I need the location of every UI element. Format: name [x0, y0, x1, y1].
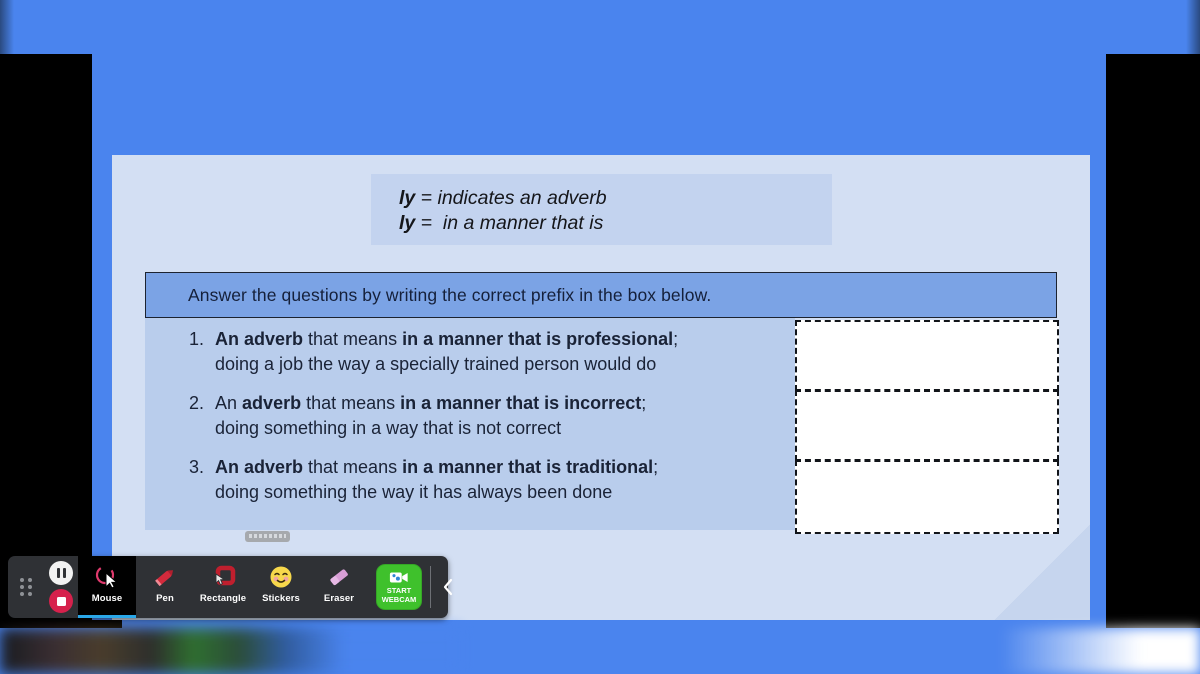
instruction-text: Answer the questions by writing the corr…: [188, 284, 712, 305]
definition-line-2-prefix: ly: [399, 212, 416, 234]
question-text: An adverb that means in a manner that is…: [215, 455, 658, 505]
tool-eraser[interactable]: Eraser: [310, 556, 368, 618]
question-3-tail: ;: [653, 457, 659, 477]
drag-handle[interactable]: [8, 556, 44, 618]
stop-recording-button[interactable]: [49, 589, 73, 613]
question-number: 2.: [189, 393, 205, 413]
start-webcam-label-line2: WEBCAM: [381, 594, 417, 604]
screen-recording-view: ly = indicates an adverb ly = in a manne…: [0, 0, 1200, 674]
pen-icon: [152, 564, 178, 590]
instruction-banner: Answer the questions by writing the corr…: [145, 272, 1057, 318]
tool-mouse-label: Mouse: [91, 593, 123, 604]
question-2-line-2: doing something in a way that is not cor…: [215, 418, 562, 438]
mouse-cursor-icon: [94, 564, 120, 590]
tool-stickers[interactable]: Stickers: [252, 556, 310, 618]
question-text: An adverb that means in a manner that is…: [215, 391, 646, 441]
tool-pen-label: Pen: [156, 593, 174, 604]
tool-stickers-label: Stickers: [262, 593, 300, 604]
smiley-sticker-icon: [269, 564, 293, 590]
question-2-bold-2: in a manner that is incorrect: [400, 393, 642, 413]
question-2-mid: that means: [301, 393, 401, 413]
question-1-line-2: doing a job the way a specially trained …: [215, 354, 657, 374]
collapse-toolbar-button[interactable]: [431, 556, 465, 618]
definition-line-2: ly = in a manner that is: [399, 211, 832, 236]
answer-box-group: [795, 320, 1059, 535]
drag-handle-dots-icon: [19, 578, 33, 596]
pause-recording-button[interactable]: [49, 561, 73, 585]
recording-controls: [44, 556, 78, 618]
pause-icon-bar: [62, 568, 66, 578]
question-2-lead: An: [215, 393, 238, 413]
video-camera-icon: [389, 572, 408, 583]
question-1-bold-1: An adverb: [215, 329, 304, 349]
pause-icon-bar: [56, 568, 60, 578]
start-webcam-button[interactable]: START WEBCAM: [376, 564, 422, 610]
letterbox-bottom-right: [1114, 620, 1200, 628]
status-badge: [245, 531, 290, 542]
answer-box-1[interactable]: [795, 320, 1059, 391]
question-list: 1. An adverb that means in a manner that…: [145, 318, 795, 530]
question-1-tail: ;: [673, 329, 679, 349]
letterbox-left: [0, 54, 92, 628]
toolbar-reflection: [0, 628, 460, 674]
question-item-3: 3. An adverb that means in a manner that…: [145, 455, 795, 505]
question-3-mid: that means: [303, 457, 403, 477]
stop-square-icon: [56, 596, 66, 606]
definition-line-1: ly = indicates an adverb: [399, 186, 832, 211]
screen-recorder-toolbar: Mouse Pen Rectangle Stickers Eraser STAR…: [8, 556, 453, 618]
tool-rectangle-label: Rectangle: [199, 593, 247, 604]
eraser-icon: [326, 564, 352, 590]
question-number: 3.: [189, 457, 205, 477]
definition-line-1-text: = indicates an adverb: [415, 187, 607, 209]
question-item-2: 2. An adverb that means in a manner that…: [145, 391, 795, 441]
rectangle-icon: [210, 564, 236, 590]
question-item-1: 1. An adverb that means in a manner that…: [145, 327, 795, 377]
question-2-inline-bold: adverb: [242, 393, 302, 413]
question-2-tail: ;: [641, 393, 647, 413]
letterbox-right: [1106, 54, 1200, 628]
question-text: An adverb that means in a manner that is…: [215, 327, 678, 377]
question-number: 1.: [189, 329, 205, 349]
question-3-bold-1: An adverb: [215, 457, 304, 477]
answer-box-2[interactable]: [795, 390, 1059, 461]
definition-line-2-text: = in a manner that is: [415, 212, 604, 234]
backdrop-edge-right: [1186, 0, 1200, 54]
tool-mouse[interactable]: Mouse: [78, 556, 136, 618]
question-1-bold-2: in a manner that is professional: [402, 329, 674, 349]
definition-box: ly = indicates an adverb ly = in a manne…: [371, 174, 832, 245]
page-curl-shade: [994, 524, 1090, 620]
tool-eraser-label: Eraser: [323, 593, 355, 604]
screen-glow: [1000, 628, 1200, 674]
webcam-button-wrap: START WEBCAM: [368, 556, 430, 618]
letterbox-bottom-left: [0, 620, 122, 628]
tool-pen[interactable]: Pen: [136, 556, 194, 618]
tool-rectangle[interactable]: Rectangle: [194, 556, 252, 618]
backdrop-edge-left: [0, 0, 14, 54]
question-1-mid: that means: [303, 329, 403, 349]
question-3-line-2: doing something the way it has always be…: [215, 482, 613, 502]
definition-line-1-prefix: ly: [399, 187, 416, 209]
answer-box-3[interactable]: [795, 460, 1059, 534]
question-3-bold-2: in a manner that is traditional: [402, 457, 654, 477]
chevron-left-icon: [443, 578, 453, 596]
